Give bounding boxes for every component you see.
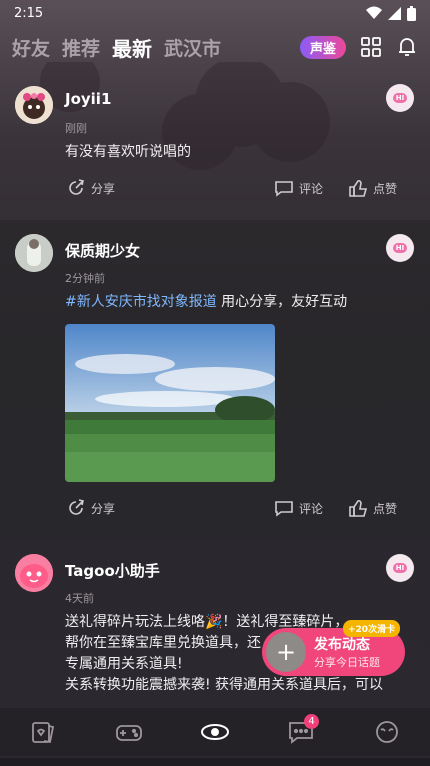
hi-badge[interactable]: HI — [386, 554, 414, 582]
post-text-body: 用心分享，友好互动 — [216, 294, 348, 310]
top-nav-actions: 声鉴 — [299, 35, 418, 59]
like-label: 点赞 — [373, 501, 398, 516]
avatar[interactable] — [15, 234, 53, 272]
share-icon — [69, 499, 84, 515]
wifi-icon — [366, 6, 382, 19]
comment-button[interactable]: 评论 — [274, 178, 323, 198]
tab-recommend[interactable]: 推荐 — [62, 34, 100, 61]
post-time: 刚刚 — [65, 122, 87, 135]
post-card[interactable]: Joyii1 刚刚 HI 有没有喜欢听说唱的 分享 评论 点赞 — [0, 82, 430, 212]
tab-city[interactable]: 武汉市 — [164, 34, 221, 61]
post-photo[interactable] — [65, 324, 275, 482]
comment-label: 评论 — [299, 181, 324, 196]
nav-games[interactable] — [109, 712, 149, 752]
plus-icon: + — [266, 632, 306, 672]
comment-icon — [275, 181, 293, 197]
comment-label: 评论 — [299, 501, 324, 516]
post-card[interactable]: 保质期少女 2分钟前 HI #新人安庆市找对象报道 用心分享，友好互动 分享 评… — [0, 220, 430, 540]
battery-icon — [407, 5, 416, 21]
username[interactable]: Joyii1 — [65, 90, 111, 108]
share-button[interactable]: 分享 — [66, 178, 115, 198]
post-time: 4天前 — [65, 592, 94, 605]
share-button[interactable]: 分享 — [66, 498, 115, 518]
home-indicator — [0, 758, 430, 766]
cards-icon — [32, 722, 55, 744]
post-text: 有没有喜欢听说唱的 — [65, 144, 191, 160]
alien-face-icon — [376, 721, 398, 743]
nav-profile[interactable] — [367, 712, 407, 752]
username[interactable]: 保质期少女 — [65, 240, 140, 261]
message-count-badge: 4 — [304, 714, 319, 729]
hi-badge[interactable]: HI — [386, 234, 414, 262]
signal-icon — [388, 6, 401, 20]
post-text-line: 关系转换功能震撼来袭! 获得通用关系道具后，可以 — [65, 677, 384, 693]
bottom-nav: 4 — [0, 708, 430, 756]
grid-icon[interactable] — [360, 36, 382, 58]
comment-icon — [275, 501, 293, 517]
post-actions: 分享 评论 点赞 — [0, 178, 430, 198]
share-label: 分享 — [91, 181, 116, 196]
slide-card-badge: +20次滑卡 — [343, 620, 401, 637]
share-icon — [69, 179, 84, 195]
post-text: #新人安庆市找对象报道 用心分享，友好互动 — [65, 292, 405, 313]
thumbs-up-icon — [349, 499, 368, 517]
nav-messages[interactable]: 4 — [281, 712, 321, 752]
post-time: 2分钟前 — [65, 272, 105, 285]
status-bar: 2:15 — [0, 0, 430, 26]
nav-cards[interactable] — [23, 712, 63, 752]
status-icons — [366, 5, 416, 21]
post-actions: 分享 评论 点赞 — [0, 498, 430, 518]
comment-button[interactable]: 评论 — [274, 498, 323, 518]
publish-subtitle: 分享今日话题 — [314, 656, 380, 669]
share-label: 分享 — [91, 501, 116, 516]
like-label: 点赞 — [373, 181, 398, 196]
orbit-icon — [201, 724, 229, 740]
avatar[interactable] — [15, 86, 53, 124]
nav-discover[interactable] — [195, 712, 235, 752]
tab-latest[interactable]: 最新 — [112, 33, 152, 62]
hashtag-link[interactable]: #新人安庆市找对象报道 — [65, 294, 217, 310]
like-button[interactable]: 点赞 — [348, 178, 397, 198]
top-nav: 好友 推荐 最新 武汉市 声鉴 — [0, 30, 430, 64]
hi-badge-label: HI — [392, 563, 408, 573]
avatar[interactable] — [15, 554, 53, 592]
gamepad-icon — [116, 725, 142, 741]
hi-badge-label: HI — [392, 93, 408, 103]
hi-badge[interactable]: HI — [386, 84, 414, 112]
tab-friends[interactable]: 好友 — [12, 34, 50, 61]
publish-title: 发布动态 — [314, 637, 370, 653]
voice-appraise-button[interactable]: 声鉴 — [299, 35, 346, 59]
username[interactable]: Tagoo小助手 — [65, 560, 160, 581]
thumbs-up-icon — [349, 179, 368, 197]
publish-text: 发布动态 分享今日话题 — [314, 634, 380, 670]
status-time: 2:15 — [14, 5, 44, 21]
hi-badge-label: HI — [392, 243, 408, 253]
like-button[interactable]: 点赞 — [348, 498, 397, 518]
bell-icon[interactable] — [396, 36, 418, 58]
